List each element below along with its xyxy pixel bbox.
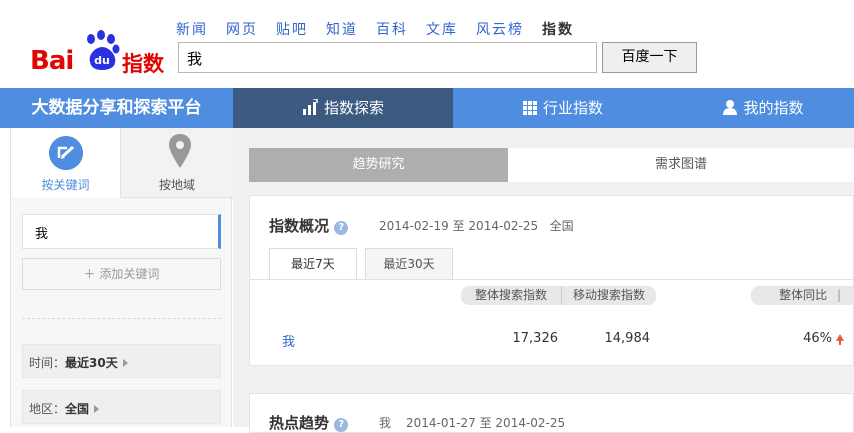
topnav-baike[interactable]: 百科 (376, 19, 408, 38)
hot-trend-title: 热点趋势 ? (269, 412, 349, 433)
sidebar-tab-area[interactable]: 按地域 (121, 128, 233, 198)
topnav-fengyunbang[interactable]: 风云榜 (476, 19, 524, 38)
hot-date-start: 2014-01-27 (406, 416, 476, 430)
row-yoy: 46% (760, 331, 844, 346)
search-button[interactable]: 百度一下 (602, 42, 697, 73)
topnav-wenku[interactable]: 文库 (426, 19, 458, 38)
sidebar: 按关键词 按地域 我 + 添加关键词 时间：最近30天 地区：全国 (10, 128, 233, 427)
tab-index-explore-label: 指数探索 (323, 99, 384, 117)
logo-bai-text: Bai (30, 46, 74, 76)
logo-du-text: du (94, 54, 110, 67)
bar-chart-icon (302, 98, 318, 115)
area-filter-value: 全国 (65, 402, 90, 416)
tab-trend-research[interactable]: 趋势研究 (249, 148, 508, 182)
plus-icon: + (83, 266, 96, 282)
overview-date-start: 2014-02-19 (379, 219, 449, 233)
overview-date-end: 2014-02-25 (468, 219, 539, 233)
overview-date-range: 2014-02-19 至 2014-02-25 全国 (379, 217, 574, 234)
area-filter[interactable]: 地区：全国 (22, 390, 221, 424)
caret-right-icon (94, 405, 100, 413)
tab-last-7-days[interactable]: 最近7天 (269, 248, 357, 280)
platform-slogan: 大数据分享和探索平台 (31, 98, 202, 118)
add-keyword-button[interactable]: + 添加关键词 (22, 258, 221, 290)
row-overall-value: 17,326 (512, 331, 559, 346)
hot-trend-title-text: 热点趋势 (269, 414, 330, 432)
user-icon (723, 100, 738, 115)
topnav-news[interactable]: 新闻 (176, 19, 208, 38)
topnav-web[interactable]: 网页 (226, 19, 258, 38)
sidebar-tab-area-label: 按地域 (158, 178, 195, 192)
time-filter-value: 最近30天 (65, 356, 118, 370)
row-keyword-link[interactable]: 我 (282, 331, 295, 350)
area-filter-label: 地区： (29, 402, 66, 416)
hot-date-sep: 至 (479, 416, 492, 430)
grid-icon (522, 101, 537, 115)
tab-industry-index[interactable]: 行业指数 (453, 88, 673, 128)
topnav-tieba[interactable]: 贴吧 (276, 19, 308, 38)
overview-region: 全国 (549, 219, 574, 233)
sidebar-divider (22, 318, 221, 319)
overview-title: 指数概况 ? (269, 215, 349, 236)
baidu-paw-icon: du (87, 30, 120, 70)
top-nav: 新闻 网页 贴吧 知道 百科 文库 风云榜 指数 (176, 19, 592, 38)
header: Bai du 指数 新闻 网页 贴吧 知道 百科 文库 风云榜 指数 我 百度一… (0, 0, 854, 88)
tab-my-index[interactable]: 我的指数 (673, 88, 854, 128)
research-tabs: 趋势研究 需求图谱 (249, 148, 854, 182)
col-yoy: 整体同比 | (751, 286, 854, 305)
hot-trend-panel: 热点趋势 ? 我 2014-01-27 至 2014-02-25 (249, 393, 854, 433)
sidebar-tab-keyword[interactable]: 按关键词 (11, 128, 121, 198)
overview-date-sep: 至 (452, 219, 465, 233)
row-yoy-value: 46% (803, 331, 832, 346)
tab-last-30-days[interactable]: 最近30天 (365, 248, 453, 280)
col-yoy-label: 整体同比 (779, 288, 828, 302)
time-filter-label: 时间： (29, 356, 66, 370)
hot-trend-date-range: 2014-01-27 至 2014-02-25 (406, 414, 565, 431)
caret-right-icon (122, 359, 128, 367)
main-navbar: 大数据分享和探索平台 指数探索 行业指数 我的指数 (0, 88, 854, 128)
sidebar-tab-keyword-label: 按关键词 (41, 178, 90, 192)
topnav-zhidao[interactable]: 知道 (326, 19, 358, 38)
baidu-index-logo[interactable]: Bai du 指数 (30, 30, 170, 76)
row-mobile-value: 14,984 (604, 331, 651, 346)
tab-my-index-label: 我的指数 (743, 99, 804, 117)
index-overview-panel: 指数概况 ? 2014-02-19 至 2014-02-25 全国 最近7天 最… (249, 195, 854, 366)
hot-date-end: 2014-02-25 (495, 416, 566, 430)
arrow-up-icon (836, 334, 844, 345)
topnav-zhishu: 指数 (542, 22, 574, 38)
search-input[interactable]: 我 (178, 42, 597, 73)
logo-zhishu-text: 指数 (122, 52, 164, 76)
col-mobile-search-index: 移动搜索指数 (561, 286, 656, 305)
tabs-divider (250, 279, 854, 280)
time-filter[interactable]: 时间：最近30天 (22, 344, 221, 378)
main-content: 趋势研究 需求图谱 指数概况 ? 2014-02-19 至 2014-02-25… (233, 128, 854, 433)
keyword-field[interactable]: 我 (22, 214, 221, 249)
hot-trend-keyword: 我 (379, 416, 392, 430)
help-icon[interactable]: ? (334, 418, 349, 432)
help-icon[interactable]: ? (334, 221, 349, 235)
col-separator: | (836, 288, 841, 302)
tab-demand-map[interactable]: 需求图谱 (508, 148, 854, 182)
keyword-icon (49, 136, 83, 170)
overview-title-text: 指数概况 (269, 217, 330, 235)
tab-industry-index-label: 行业指数 (542, 99, 603, 117)
add-keyword-label: 添加关键词 (99, 267, 160, 281)
tab-index-explore[interactable]: 指数探索 (233, 88, 453, 128)
map-pin-icon (169, 134, 191, 168)
sidebar-tabs: 按关键词 按地域 (11, 128, 233, 198)
col-overall-search-index: 整体搜索指数 (461, 286, 561, 305)
